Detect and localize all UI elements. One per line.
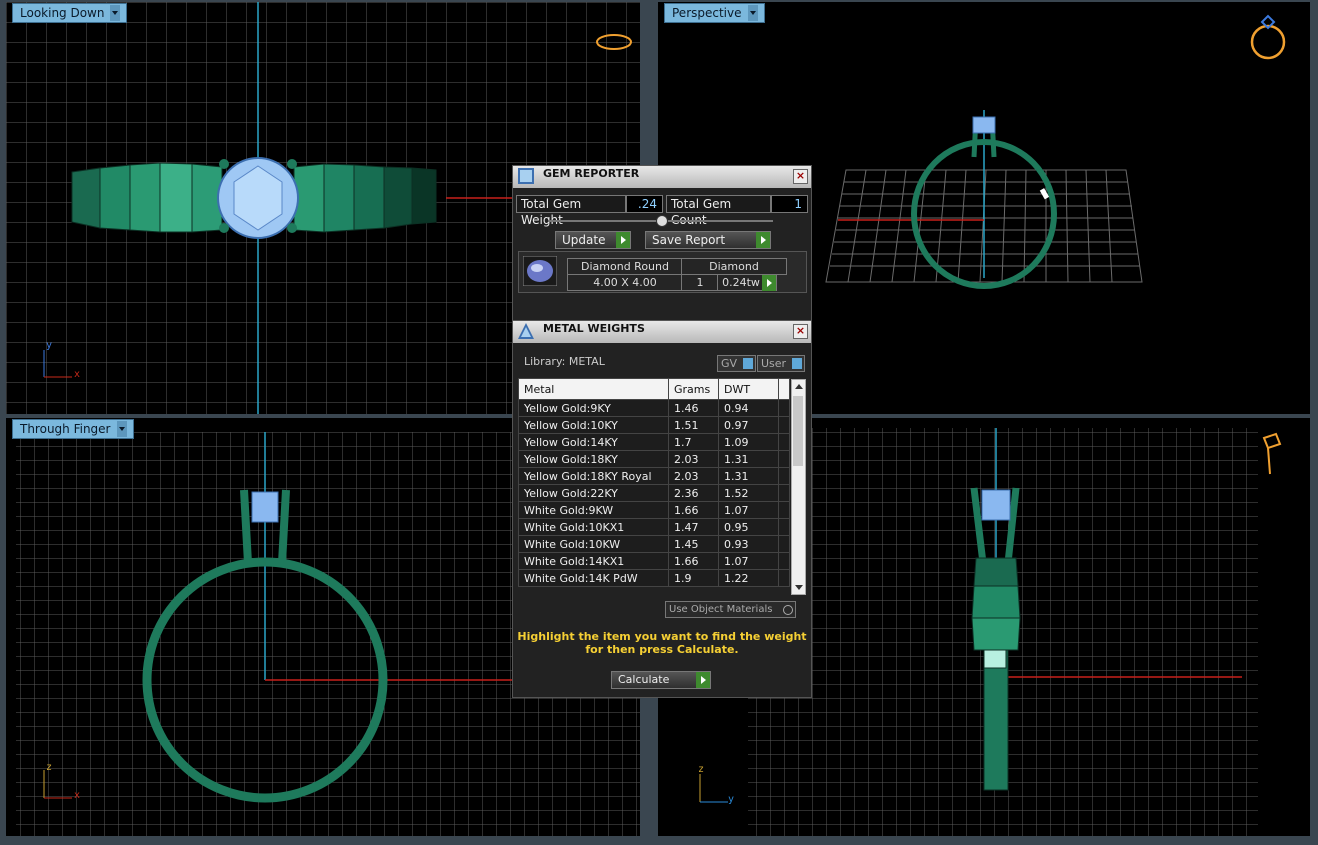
gem-reporter-title: GEM REPORTER [543,167,640,180]
gem-reporter-titlebar[interactable]: GEM REPORTER × [513,166,811,188]
close-icon[interactable]: × [793,169,808,184]
library-label: Library: METAL [524,355,605,368]
gem-count: 1 [681,274,719,291]
calculate-hint: Highlight the item you want to find the … [517,630,807,656]
save-report-button[interactable]: Save Report [645,231,771,249]
table-row[interactable]: Yellow Gold:10KY 1.51 0.97 [518,416,790,434]
axis-label-z: z [46,762,53,773]
scale-icon [518,323,534,339]
scroll-down-icon[interactable] [795,585,803,590]
total-gem-weight-value: .24 [626,195,663,213]
user-toggle[interactable]: User [757,355,805,372]
table-row[interactable]: White Gold:10KX1 1.47 0.95 [518,518,790,536]
table-row[interactable]: Yellow Gold:18KY 2.03 1.31 [518,450,790,468]
table-row[interactable]: Yellow Gold:9KY 1.46 0.94 [518,399,790,417]
table-row[interactable]: White Gold:14K PdW 1.9 1.22 [518,569,790,587]
axis-label-z: z [698,764,705,775]
viewport-label-looking-down[interactable]: Looking Down [12,3,128,23]
column-header-dwt[interactable]: DWT [718,378,779,400]
metal-weights-titlebar[interactable]: METAL WEIGHTS × [513,321,811,343]
axis-label-y: y [728,794,735,805]
gem-weight: 0.24tw [717,274,765,291]
gem-details-button[interactable] [762,274,777,291]
play-icon [696,672,710,688]
table-scrollbar[interactable] [791,379,806,595]
gem-shape: Diamond Round [567,258,683,275]
play-icon [616,232,630,248]
calculate-button[interactable]: Calculate [611,671,711,689]
close-icon[interactable]: × [793,324,808,339]
gem-material: Diamond [681,258,787,275]
total-gem-count-label: Total Gem Count [666,195,771,227]
table-row[interactable]: White Gold:14KX1 1.66 1.07 [518,552,790,570]
table-row[interactable]: Yellow Gold:18KY Royal 2.03 1.31 [518,467,790,485]
viewport-label-perspective[interactable]: Perspective [664,3,765,23]
column-header-grams[interactable]: Grams [668,378,719,400]
table-row[interactable]: Yellow Gold:14KY 1.7 1.09 [518,433,790,451]
scroll-up-icon[interactable] [795,384,803,389]
chevron-down-icon[interactable] [747,5,758,21]
play-icon [762,275,776,291]
total-gem-weight-label: Total Gem Weight [516,195,626,227]
chevron-down-icon[interactable] [116,421,127,437]
play-icon [756,232,770,248]
metal-weights-table[interactable]: Metal Grams DWT Yellow Gold:9KY 1.46 0.94 … [518,378,790,587]
table-row[interactable]: Yellow Gold:22KY 2.36 1.52 [518,484,790,502]
gv-toggle[interactable]: GV [717,355,756,372]
gem-size: 4.00 X 4.00 [567,274,683,291]
axis-label-y: y [46,340,53,351]
scroll-thumb[interactable] [793,396,803,466]
axis-label-x: x [74,790,81,801]
chevron-down-icon[interactable] [110,5,121,21]
info-icon [743,358,753,369]
use-object-materials-toggle[interactable]: Use Object Materials [665,601,796,618]
column-header-metal[interactable]: Metal [518,378,669,400]
slider-handle[interactable] [656,215,668,227]
gem-row[interactable]: Diamond Round Diamond 4.00 X 4.00 1 0.24… [518,251,807,293]
info-icon [792,358,802,369]
axis-label-x: x [74,369,81,380]
update-button[interactable]: Update [555,231,631,249]
metal-weights-panel: METAL WEIGHTS × Library: METAL GV User M… [512,320,812,698]
radio-icon [783,605,793,615]
report-icon [518,168,534,184]
gem-reporter-panel: GEM REPORTER × Total Gem Weight .24 Tota… [512,165,812,322]
table-row[interactable]: White Gold:10KW 1.45 0.93 [518,535,790,553]
total-gem-count-value: 1 [771,195,808,213]
diamond-round-icon [523,256,557,286]
table-row[interactable]: White Gold:9KW 1.66 1.07 [518,501,790,519]
metal-weights-title: METAL WEIGHTS [543,322,645,335]
viewport-label-through-finger[interactable]: Through Finger [12,419,134,439]
